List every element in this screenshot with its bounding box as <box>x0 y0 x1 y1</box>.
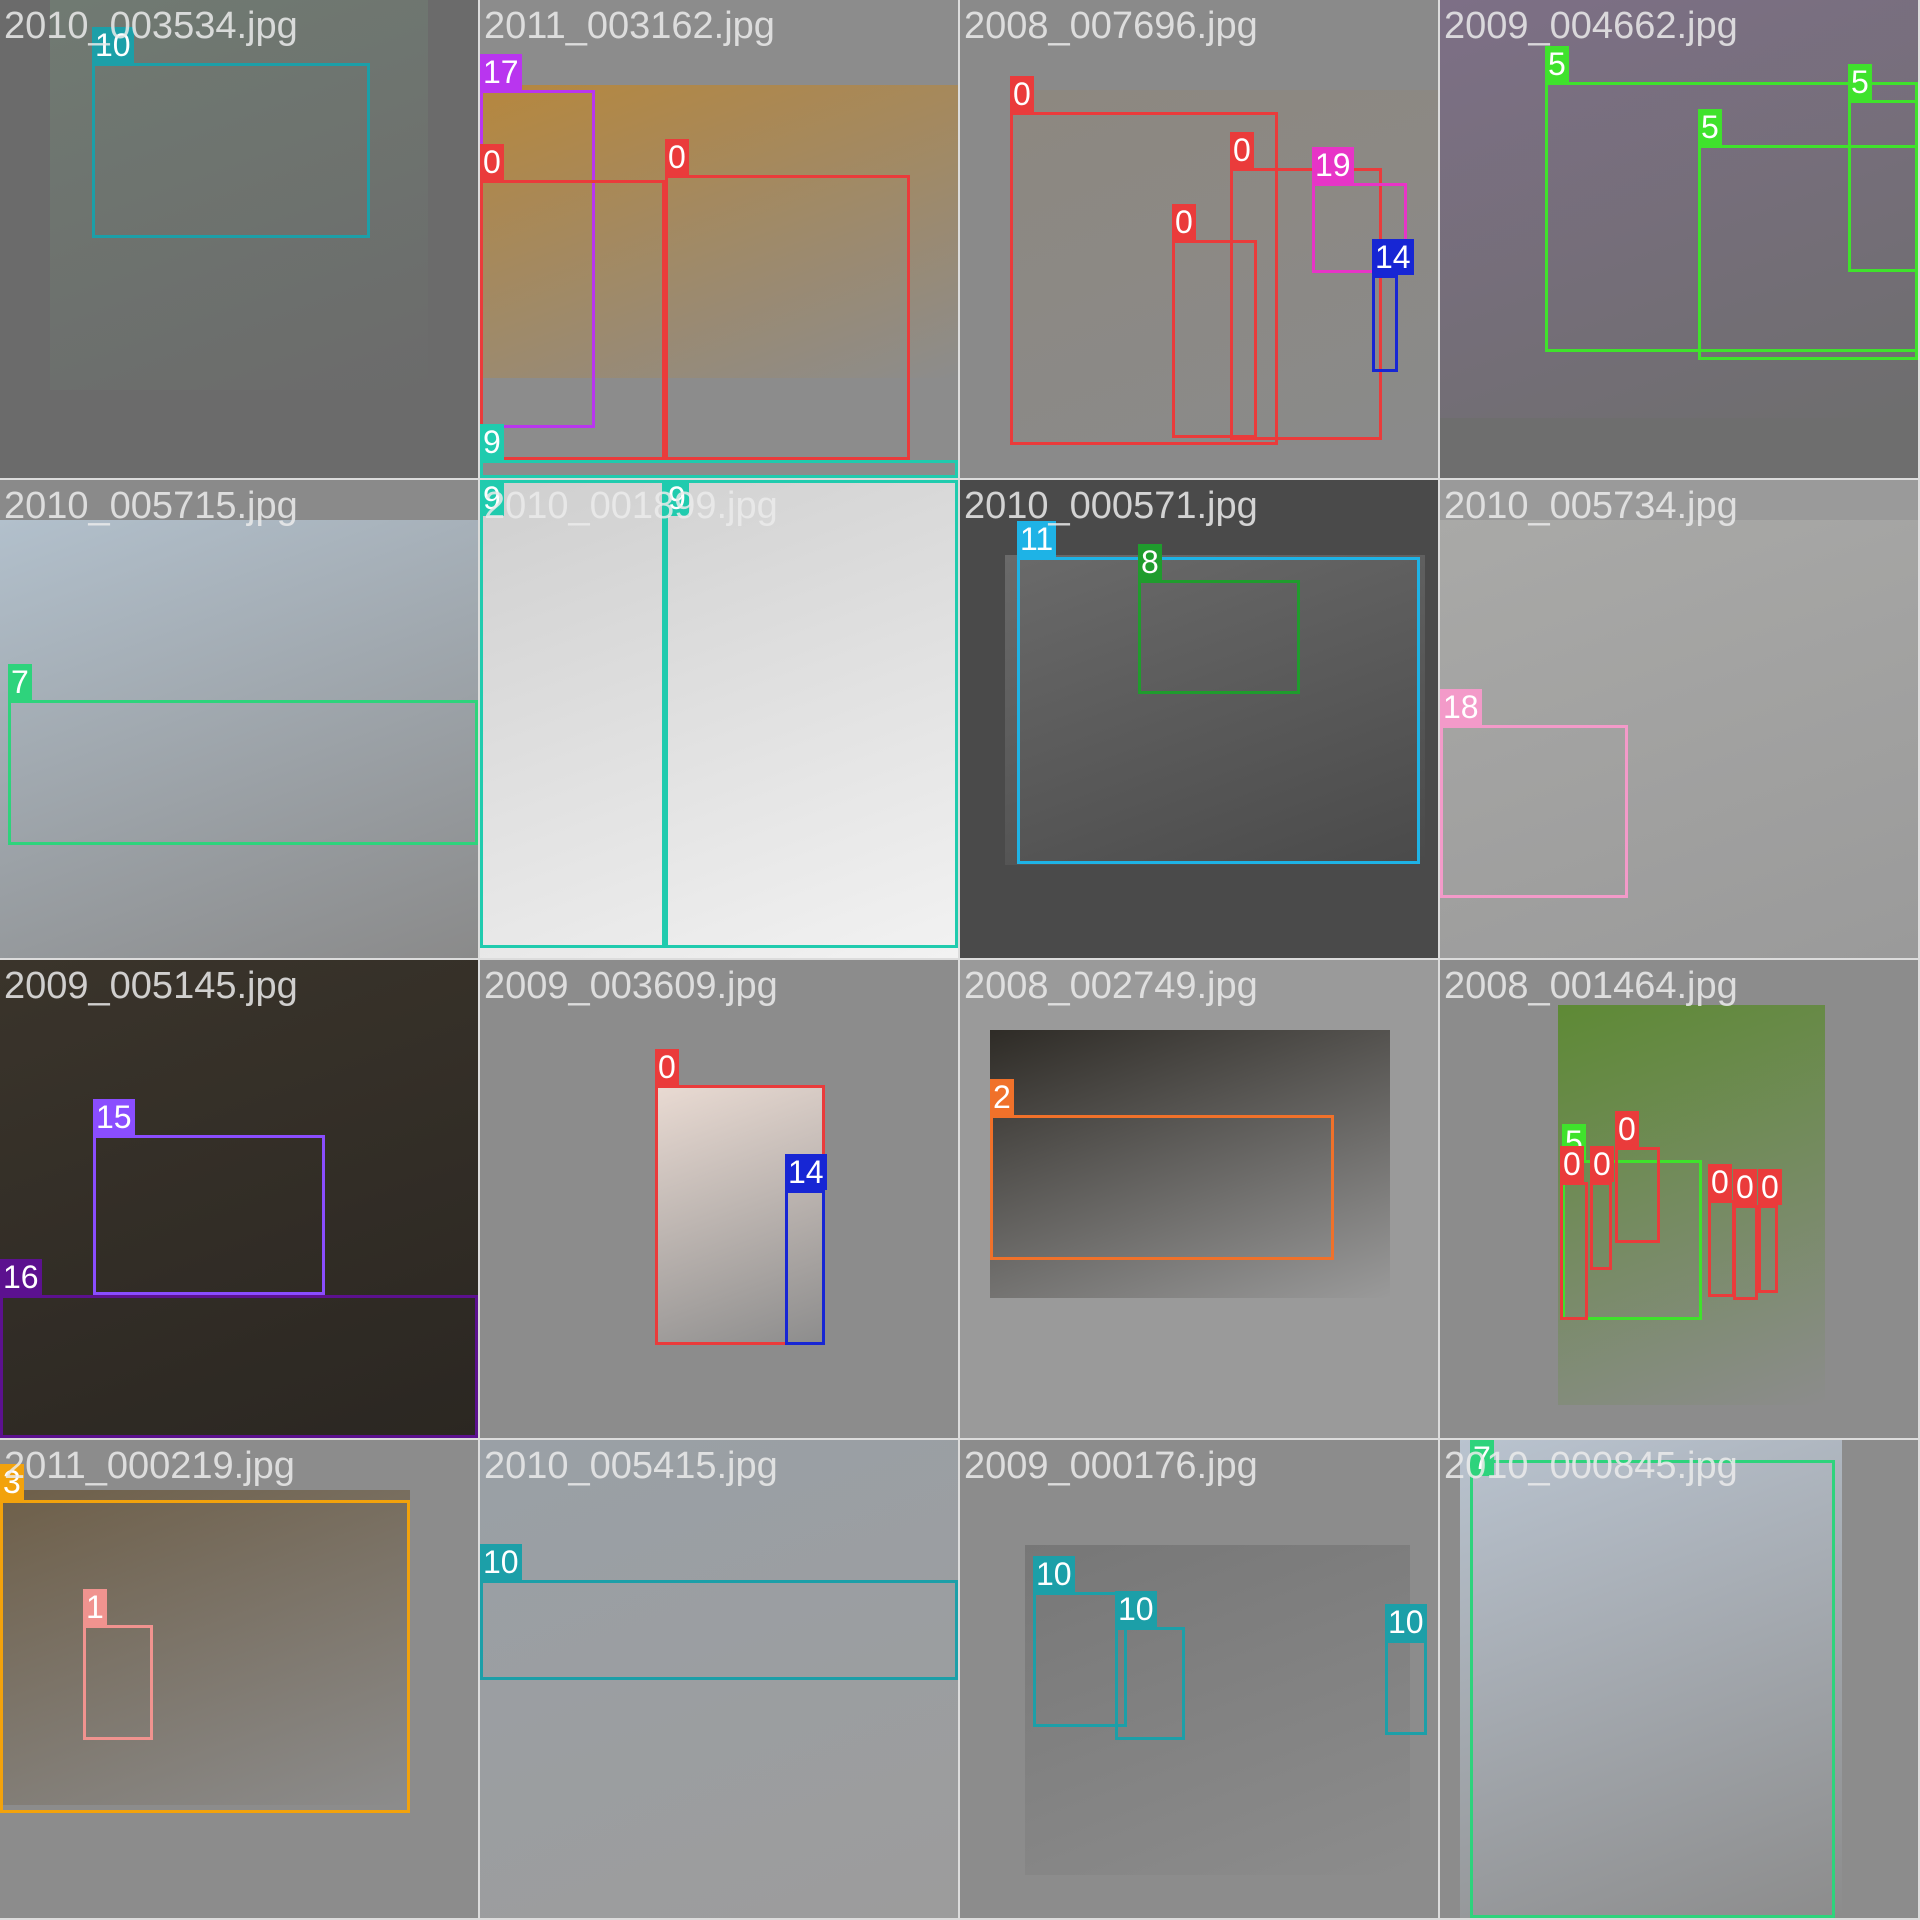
class-label-tag: 10 <box>1033 1556 1075 1592</box>
class-label-tag: 5 <box>1698 109 1722 145</box>
class-label-tag: 10 <box>480 1544 522 1580</box>
class-label-tag: 7 <box>1470 1440 1494 1476</box>
bounding-box <box>0 1295 478 1438</box>
class-label-tag: 0 <box>1230 132 1254 168</box>
image-tile: 7 2010_005715.jpg <box>0 480 478 958</box>
class-label-tag: 10 <box>92 27 134 63</box>
class-label-tag: 9 <box>480 424 504 460</box>
image-tile: 10 10 10 2009_000176.jpg <box>960 1440 1438 1918</box>
image-tile: 5 0 0 0 0 0 0 2008_001464.jpg <box>1440 960 1918 1438</box>
class-label-tag: 3 <box>0 1464 24 1500</box>
bounding-box <box>1560 1182 1588 1320</box>
bounding-box <box>1590 1182 1612 1270</box>
bounding-box <box>1733 1205 1758 1300</box>
class-label-tag: 16 <box>0 1259 42 1295</box>
class-label-tag: 14 <box>1372 239 1414 275</box>
bounding-box <box>1172 240 1257 438</box>
class-label-tag: 1 <box>83 1589 107 1625</box>
bounding-box <box>1440 725 1628 898</box>
class-label-tag: 0 <box>1010 76 1034 112</box>
bounding-box <box>990 1115 1334 1260</box>
class-label-tag: 19 <box>1312 147 1354 183</box>
class-label-tag: 9 <box>665 480 689 516</box>
class-label-tag: 18 <box>1440 689 1482 725</box>
filename-label: 2010_000571.jpg <box>964 485 1258 527</box>
image-tile: 7 2010_000845.jpg <box>1440 1440 1918 1918</box>
image-tile: 9 9 2010_001899.jpg <box>480 480 958 958</box>
class-label-tag: 10 <box>1115 1591 1157 1627</box>
bounding-box <box>1115 1627 1185 1740</box>
image-tile: 18 2010_005734.jpg <box>1440 480 1918 958</box>
bounding-box <box>1758 1205 1778 1293</box>
class-label-tag: 0 <box>480 144 504 180</box>
bounding-box <box>665 175 910 460</box>
image-tile: 11 8 2010_000571.jpg <box>960 480 1438 958</box>
class-label-tag: 5 <box>1545 46 1569 82</box>
class-label-tag: 0 <box>1733 1169 1757 1205</box>
mosaic-grid: 10 2010_003534.jpg 17 0 0 9 2011_003162.jpg 0 0 0… <box>0 0 1920 1920</box>
filename-label: 2009_003609.jpg <box>484 965 778 1007</box>
class-label-tag: 17 <box>480 54 522 90</box>
bounding-box <box>665 480 958 948</box>
image-tile: 3 1 2011_000219.jpg <box>0 1440 478 1918</box>
class-label-tag: 9 <box>480 480 504 516</box>
bounding-box <box>1033 1592 1127 1727</box>
bounding-box <box>1470 1460 1835 1918</box>
image-tile: 5 5 5 2009_004662.jpg <box>1440 0 1918 478</box>
class-label-tag: 11 <box>1017 521 1057 557</box>
class-label-tag: 0 <box>1172 204 1196 240</box>
class-label-tag: 0 <box>1590 1146 1614 1182</box>
class-label-tag: 2 <box>990 1079 1014 1115</box>
filename-label: 2011_000219.jpg <box>4 1445 295 1487</box>
bounding-box <box>480 480 665 948</box>
bounding-box <box>1372 275 1398 372</box>
bounding-box <box>0 1500 410 1813</box>
bounding-box <box>1615 1147 1660 1243</box>
bounding-box <box>8 700 478 845</box>
class-label-tag: 0 <box>1615 1111 1639 1147</box>
class-label-tag: 0 <box>665 139 689 175</box>
class-label-tag: 8 <box>1138 544 1162 580</box>
image-tile: 15 16 2009_005145.jpg <box>0 960 478 1438</box>
class-label-tag: 15 <box>93 1099 135 1135</box>
class-label-tag: 5 <box>1848 64 1872 100</box>
image-tile: 10 2010_005415.jpg <box>480 1440 958 1918</box>
filename-label: 2008_007696.jpg <box>964 5 1258 47</box>
bounding-box <box>480 1580 958 1680</box>
bounding-box <box>83 1625 153 1740</box>
image-tile: 0 14 2009_003609.jpg <box>480 960 958 1438</box>
class-label-tag: 10 <box>1385 1604 1427 1640</box>
filename-label: 2008_001464.jpg <box>1444 965 1738 1007</box>
image-tile: 10 2010_003534.jpg <box>0 0 478 478</box>
bounding-box <box>92 63 370 238</box>
image-tile: 0 0 0 19 14 2008_007696.jpg <box>960 0 1438 478</box>
class-label-tag: 0 <box>655 1049 679 1085</box>
bounding-box <box>1138 580 1300 694</box>
filename-label: 2008_002749.jpg <box>964 965 1258 1007</box>
bounding-box <box>480 180 665 460</box>
bounding-box <box>480 460 958 478</box>
bounding-box <box>93 1135 325 1295</box>
image-tile: 2 2008_002749.jpg <box>960 960 1438 1438</box>
bounding-box <box>1385 1640 1427 1735</box>
class-label-tag: 14 <box>785 1154 827 1190</box>
class-label-tag: 0 <box>1708 1164 1732 1200</box>
image-tile: 17 0 0 9 2011_003162.jpg <box>480 0 958 478</box>
class-label-tag: 7 <box>8 664 32 700</box>
class-label-tag: 0 <box>1560 1146 1584 1182</box>
bounding-box <box>785 1190 825 1345</box>
class-label-tag: 0 <box>1758 1169 1782 1205</box>
filename-label: 2011_003162.jpg <box>484 5 775 47</box>
bounding-box <box>1708 1200 1735 1297</box>
bounding-box <box>1848 100 1918 272</box>
filename-label: 2009_000176.jpg <box>964 1445 1258 1487</box>
